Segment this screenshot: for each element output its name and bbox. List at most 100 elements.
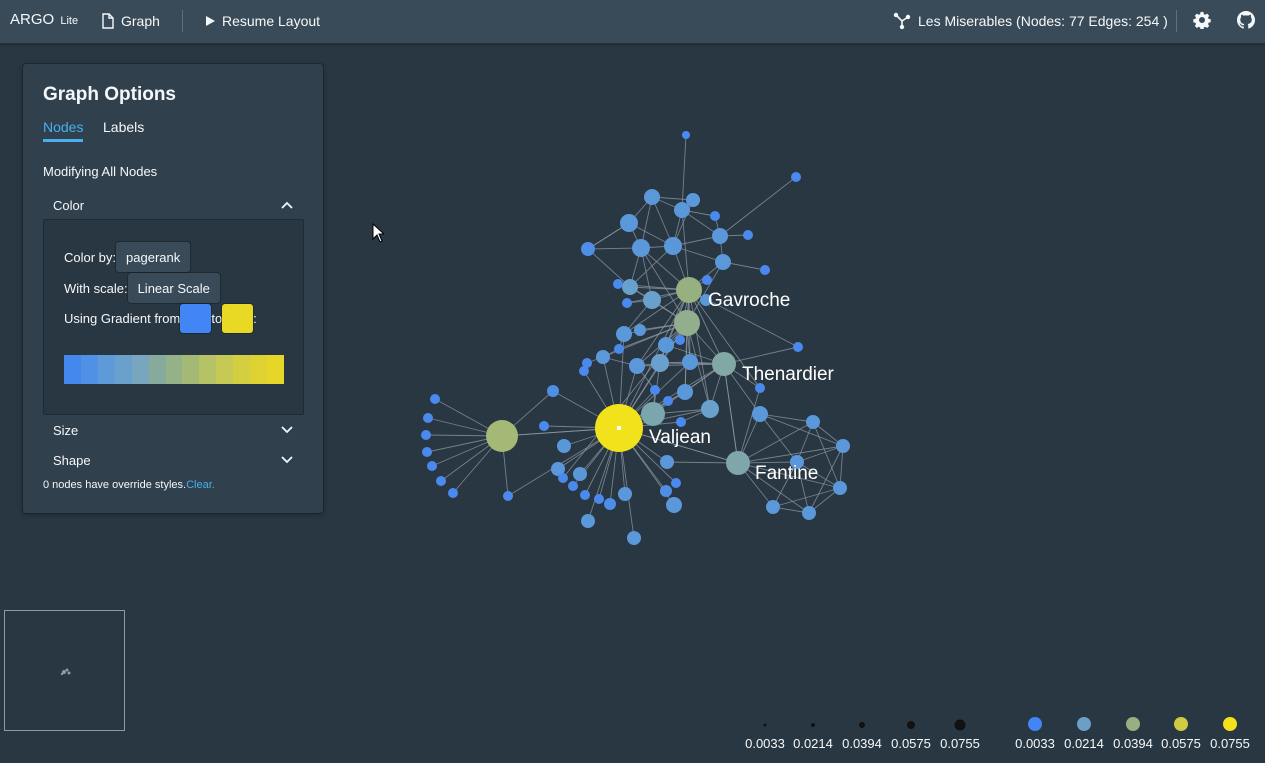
color-legend-dot xyxy=(1077,717,1091,731)
graph-node[interactable] xyxy=(791,172,801,182)
color-by-select[interactable]: pagerank xyxy=(116,242,191,272)
gradient-to-color-swatch[interactable] xyxy=(222,304,254,333)
graph-node[interactable] xyxy=(616,326,632,342)
graph-node[interactable] xyxy=(539,421,549,431)
gradient-from-label: Using Gradient from xyxy=(64,311,181,326)
graph-node[interactable] xyxy=(663,396,673,406)
graph-node[interactable] xyxy=(643,291,661,309)
tab-labels[interactable]: Labels xyxy=(103,119,144,139)
graph-node[interactable] xyxy=(622,298,632,308)
graph-node[interactable] xyxy=(726,451,750,475)
graph-node[interactable] xyxy=(573,467,587,481)
graph-node[interactable] xyxy=(710,211,720,221)
size-section-label: Size xyxy=(53,422,79,438)
graph-node[interactable] xyxy=(629,358,645,374)
graph-node[interactable] xyxy=(712,228,728,244)
graph-edge xyxy=(723,363,739,464)
graph-node[interactable] xyxy=(557,439,571,453)
panel-title: Graph Options xyxy=(43,84,176,105)
graph-node[interactable] xyxy=(422,447,432,457)
graph-node[interactable] xyxy=(675,335,685,345)
graph-node[interactable] xyxy=(622,279,638,295)
scale-select[interactable]: Linear Scale xyxy=(127,273,220,303)
graph-node[interactable] xyxy=(651,354,669,372)
graph-node[interactable] xyxy=(558,473,568,483)
graph-node[interactable] xyxy=(644,189,660,205)
graph-node[interactable] xyxy=(503,491,513,501)
modifying-all-nodes-text: Modifying All Nodes xyxy=(43,164,158,179)
size-section-toggle[interactable]: Size xyxy=(43,417,303,443)
graph-node[interactable] xyxy=(448,488,458,498)
clear-overrides-link[interactable]: Clear. xyxy=(186,479,215,491)
size-legend-dot xyxy=(907,721,915,729)
graph-node[interactable] xyxy=(614,344,624,354)
graph-node[interactable] xyxy=(634,324,646,336)
graph-node[interactable] xyxy=(702,275,712,285)
graph-node[interactable] xyxy=(423,413,433,423)
graph-node[interactable] xyxy=(677,384,693,400)
graph-node[interactable] xyxy=(682,354,698,370)
color-options-box: Color by: pagerank With scale: Linear Sc… xyxy=(43,219,304,415)
graph-node[interactable] xyxy=(833,481,847,495)
graph-node[interactable] xyxy=(743,230,753,240)
scale-row: With scale: Linear Scale xyxy=(64,273,220,303)
graph-node[interactable] xyxy=(760,265,770,275)
gradient-from-color-swatch[interactable] xyxy=(180,304,212,333)
graph-node[interactable] xyxy=(596,350,610,364)
size-legend-label: 0.0394 xyxy=(842,736,882,751)
graph-node[interactable] xyxy=(674,310,700,336)
graph-node[interactable] xyxy=(660,485,672,497)
color-by-row: Color by: pagerank xyxy=(64,242,191,272)
graph-node[interactable] xyxy=(802,506,816,520)
graph-node[interactable] xyxy=(676,417,686,427)
graph-edge xyxy=(681,134,687,211)
node-label-valjean: Valjean xyxy=(649,427,711,448)
graph-node[interactable] xyxy=(676,277,702,303)
graph-node[interactable] xyxy=(658,337,674,353)
size-legend-dot xyxy=(954,719,966,731)
graph-node[interactable] xyxy=(436,476,446,486)
graph-node[interactable] xyxy=(581,242,595,256)
graph-node[interactable] xyxy=(806,415,820,429)
graph-node[interactable] xyxy=(650,385,660,395)
shape-section-toggle[interactable]: Shape xyxy=(43,447,303,473)
graph-node[interactable] xyxy=(632,239,650,257)
graph-node[interactable] xyxy=(579,366,589,376)
minimap[interactable] xyxy=(4,610,125,731)
graph-node[interactable] xyxy=(836,439,850,453)
graph-node[interactable] xyxy=(547,385,559,397)
graph-node[interactable] xyxy=(752,406,768,422)
graph-node[interactable] xyxy=(766,500,780,514)
graph-node[interactable] xyxy=(641,402,665,426)
graph-node[interactable] xyxy=(427,461,437,471)
graph-node[interactable] xyxy=(674,202,690,218)
tab-nodes[interactable]: Nodes xyxy=(43,119,84,142)
graph-node[interactable] xyxy=(682,131,690,139)
graph-node[interactable] xyxy=(594,494,604,504)
graph-node[interactable] xyxy=(671,478,681,488)
graph-node[interactable] xyxy=(712,352,736,376)
node-label-gavroche: Gavroche xyxy=(708,290,791,311)
graph-node[interactable] xyxy=(620,214,638,232)
graph-node[interactable] xyxy=(660,455,674,469)
graph-node[interactable] xyxy=(715,254,731,270)
graph-node[interactable] xyxy=(664,237,682,255)
graph-node[interactable] xyxy=(627,531,641,545)
graph-node[interactable] xyxy=(793,342,803,352)
graph-node[interactable] xyxy=(613,279,623,289)
size-legend-dot xyxy=(811,723,815,727)
graph-node[interactable] xyxy=(568,481,578,491)
graph-node[interactable] xyxy=(421,430,431,440)
graph-node[interactable] xyxy=(486,420,518,452)
graph-node[interactable] xyxy=(430,394,440,404)
graph-node[interactable] xyxy=(604,498,616,510)
graph-node[interactable] xyxy=(581,514,595,528)
color-legend-dot xyxy=(1223,717,1237,731)
graph-node[interactable] xyxy=(618,487,632,501)
scale-label: With scale: xyxy=(64,280,128,296)
color-section-toggle[interactable]: Color xyxy=(43,192,303,218)
graph-node[interactable] xyxy=(701,400,719,418)
minimap-graph-preview xyxy=(60,668,71,676)
graph-node[interactable] xyxy=(580,490,590,500)
graph-node[interactable] xyxy=(666,497,682,513)
